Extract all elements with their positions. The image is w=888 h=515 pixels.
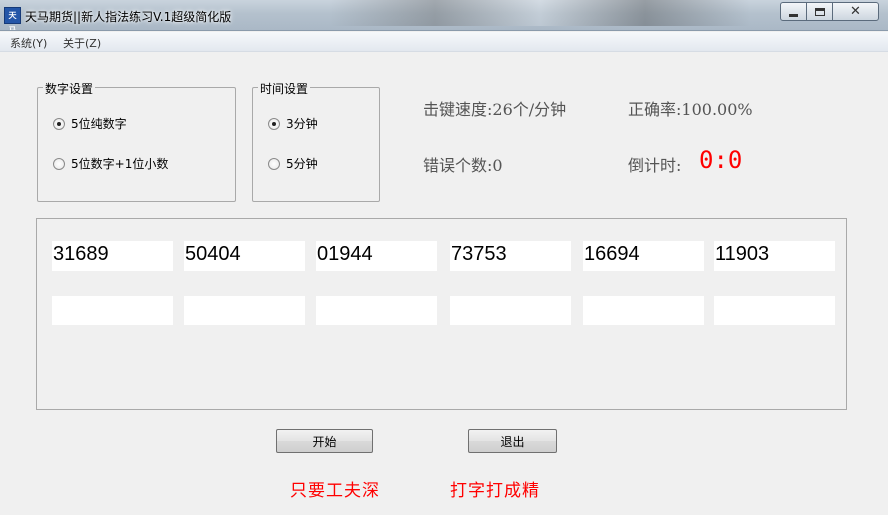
digit-settings-group: 数字设置 5位纯数字 5位数字+1位小数 — [37, 80, 236, 202]
title-bar-background — [330, 0, 750, 26]
time-settings-title: 时间设置 — [258, 80, 311, 97]
target-number-6: 11903 — [714, 241, 835, 271]
menu-item-system[interactable]: 系统(Y) — [10, 35, 47, 51]
answer-input-1[interactable] — [52, 296, 173, 325]
radio-button-checked[interactable] — [53, 117, 65, 130]
accuracy-label: 正确率: — [628, 100, 682, 119]
close-icon: ✕ — [850, 4, 861, 19]
accuracy-value: 100.00% — [681, 100, 753, 119]
start-button[interactable]: 开始 — [276, 429, 373, 453]
radio-time-3min[interactable]: 3分钟 — [268, 115, 318, 132]
radio-label: 5分钟 — [286, 157, 318, 171]
maximize-button[interactable] — [806, 2, 833, 21]
slogan-right: 打字打成精 — [450, 481, 540, 501]
radio-label: 3分钟 — [286, 117, 318, 131]
radio-button-checked[interactable] — [268, 117, 280, 130]
title-bar[interactable]: 天马 天马期货||新人指法练习V.1超级简化版 ✕ — [0, 0, 888, 31]
radio-button[interactable] — [53, 157, 65, 170]
slogan-left: 只要工夫深 — [290, 481, 380, 501]
menu-bar: 系统(Y) 关于(Z) — [0, 32, 888, 52]
minimize-button[interactable] — [780, 2, 807, 21]
target-number-2: 50404 — [184, 241, 305, 271]
answer-input-6[interactable] — [714, 296, 835, 325]
minimize-icon — [789, 13, 798, 17]
app-icon[interactable]: 天马 — [4, 7, 21, 30]
window-title: 天马期货||新人指法练习V.1超级简化版 — [25, 10, 232, 24]
target-number-1: 31689 — [52, 241, 173, 271]
radio-time-5min[interactable]: 5分钟 — [268, 155, 318, 172]
maximize-icon — [814, 7, 825, 16]
digit-settings-title: 数字设置 — [43, 80, 96, 97]
radio-label: 5位纯数字 — [71, 117, 127, 131]
client-area: 数字设置 5位纯数字 5位数字+1位小数 时间设置 3分钟 5分钟 击键速度:2… — [0, 53, 888, 515]
target-number-3: 01944 — [316, 241, 437, 271]
target-number-4: 73753 — [450, 241, 571, 271]
target-number-5: 16694 — [583, 241, 704, 271]
countdown-value: 0:0 — [699, 146, 743, 174]
answer-input-5[interactable] — [583, 296, 704, 325]
answer-input-2[interactable] — [184, 296, 305, 325]
typing-speed-label: 击键速度: — [423, 100, 493, 119]
typing-speed-stat: 击键速度:26个/分钟 — [423, 96, 566, 120]
error-count-stat: 错误个数:0 — [423, 152, 503, 176]
error-count-value: 0 — [492, 156, 503, 175]
exit-button[interactable]: 退出 — [468, 429, 557, 453]
radio-digits-5[interactable]: 5位纯数字 — [53, 115, 127, 132]
practice-panel: 31689 50404 01944 73753 16694 11903 — [36, 218, 847, 410]
time-settings-group: 时间设置 3分钟 5分钟 — [252, 80, 380, 202]
countdown-stat: 倒计时: — [628, 152, 681, 176]
radio-digits-5-decimal[interactable]: 5位数字+1位小数 — [53, 155, 168, 172]
answer-input-4[interactable] — [450, 296, 571, 325]
radio-button[interactable] — [268, 157, 280, 170]
accuracy-stat: 正确率:100.00% — [628, 96, 753, 120]
countdown-label: 倒计时: — [628, 156, 682, 175]
typing-speed-value: 26个/分钟 — [492, 100, 567, 119]
close-button[interactable]: ✕ — [832, 2, 879, 21]
menu-item-about[interactable]: 关于(Z) — [63, 35, 101, 51]
error-count-label: 错误个数: — [423, 156, 493, 175]
answer-input-3[interactable] — [316, 296, 437, 325]
radio-label: 5位数字+1位小数 — [71, 157, 169, 171]
